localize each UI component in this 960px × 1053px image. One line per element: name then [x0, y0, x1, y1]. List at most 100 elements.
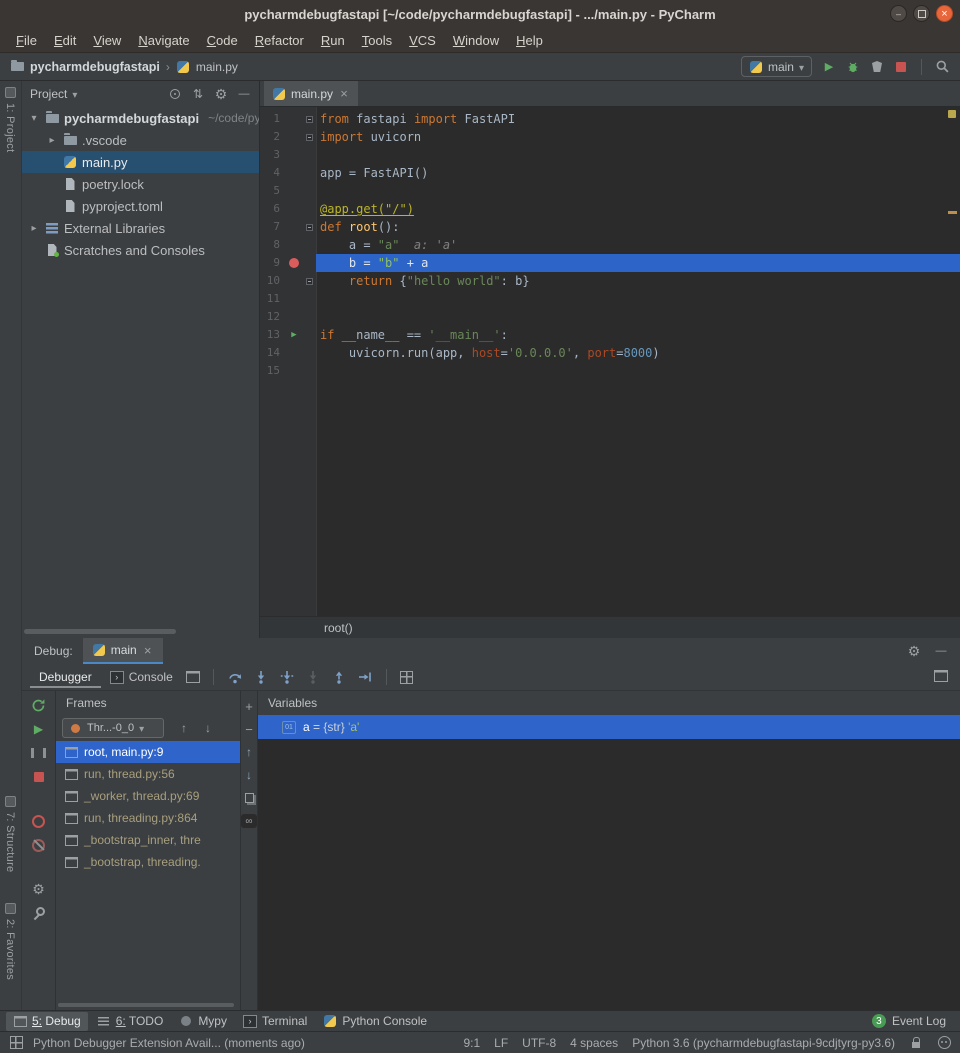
coverage-icon[interactable]	[870, 60, 884, 74]
layout-settings-icon[interactable]	[186, 670, 200, 684]
toolwindow-button-6-todo[interactable]: 6: TODO	[90, 1012, 171, 1031]
tree-toggle-icon[interactable]: ▸	[46, 135, 58, 146]
watch-down-icon[interactable]	[242, 768, 256, 782]
gutter-cell[interactable]	[286, 164, 302, 182]
menu-item-window[interactable]: Window	[445, 31, 507, 50]
code-line-1[interactable]: 1from fastapi import FastAPI	[260, 110, 960, 128]
tab-debugger[interactable]: Debugger	[30, 666, 101, 688]
code-text[interactable]	[316, 146, 960, 164]
tree-item-pycharmdebugfastapi[interactable]: ▾pycharmdebugfastapi~/code/pycharmdebugf…	[22, 107, 259, 129]
search-icon[interactable]	[935, 60, 950, 74]
breadcrumb-project[interactable]: pycharmdebugfastapi	[30, 60, 160, 74]
gutter-cell[interactable]	[286, 272, 302, 290]
settings-icon[interactable]	[907, 644, 921, 658]
menu-item-navigate[interactable]: Navigate	[130, 31, 197, 50]
gutter-cell[interactable]	[286, 254, 302, 272]
project-panel-title[interactable]: Project	[30, 87, 67, 101]
tree-item-scratches-and-consoles[interactable]: Scratches and Consoles	[22, 239, 259, 261]
menu-item-view[interactable]: View	[85, 31, 129, 50]
code-text[interactable]: @app.get("/")	[316, 200, 960, 218]
code-text[interactable]: b = "b" + a	[316, 254, 960, 272]
code-text[interactable]: uvicorn.run(app, host='0.0.0.0', port=80…	[316, 344, 960, 362]
close-session-icon[interactable]	[142, 644, 154, 657]
gutter-cell[interactable]	[286, 110, 302, 128]
restore-layout-icon[interactable]	[934, 669, 948, 683]
fold-cell[interactable]	[302, 218, 316, 236]
run-line-icon[interactable]: ▶	[291, 326, 296, 344]
title-bar[interactable]: pycharmdebugfastapi [~/code/pycharmdebug…	[0, 0, 960, 28]
gutter-cell[interactable]	[286, 236, 302, 254]
line-ending[interactable]: LF	[494, 1036, 508, 1050]
resume-icon[interactable]	[32, 722, 46, 736]
code-line-11[interactable]: 11	[260, 290, 960, 308]
gutter-cell[interactable]	[286, 200, 302, 218]
gutter-cell[interactable]	[286, 128, 302, 146]
breakpoint-icon[interactable]	[289, 258, 299, 268]
code-line-8[interactable]: 8 a = "a" a: 'a'	[260, 236, 960, 254]
code-editor[interactable]: 1from fastapi import FastAPI2import uvic…	[260, 107, 960, 616]
run-icon[interactable]	[822, 60, 836, 74]
code-text[interactable]: app = FastAPI()	[316, 164, 960, 182]
gutter-cell[interactable]	[286, 146, 302, 164]
settings-icon[interactable]	[214, 87, 228, 101]
code-line-10[interactable]: 10 return {"hello world": b}	[260, 272, 960, 290]
force-step-into-icon[interactable]	[305, 670, 321, 684]
gutter-cell[interactable]	[286, 218, 302, 236]
menu-item-tools[interactable]: Tools	[354, 31, 400, 50]
maximize-icon[interactable]	[913, 5, 930, 22]
code-text[interactable]: import uvicorn	[316, 128, 960, 146]
code-line-5[interactable]: 5	[260, 182, 960, 200]
status-message[interactable]: Python Debugger Extension Avail... (mome…	[33, 1036, 305, 1050]
toolwindow-switcher-icon[interactable]	[9, 1036, 23, 1050]
menu-item-help[interactable]: Help	[508, 31, 551, 50]
code-line-6[interactable]: 6@app.get("/")	[260, 200, 960, 218]
fold-cell[interactable]	[302, 128, 316, 146]
breadcrumb-function[interactable]: root()	[324, 621, 353, 635]
stripe-button-project[interactable]: 1: Project	[4, 87, 16, 152]
project-horizontal-scrollbar[interactable]	[24, 629, 176, 634]
chevron-down-icon[interactable]	[72, 87, 77, 101]
tree-item-vscode[interactable]: ▸.vscode	[22, 129, 259, 151]
fold-cell[interactable]	[302, 272, 316, 290]
caret-position[interactable]: 9:1	[463, 1036, 480, 1050]
code-line-15[interactable]: 15	[260, 362, 960, 380]
settings-icon[interactable]	[32, 882, 46, 896]
code-line-3[interactable]: 3	[260, 146, 960, 164]
code-line-14[interactable]: 14 uvicorn.run(app, host='0.0.0.0', port…	[260, 344, 960, 362]
run-to-cursor-icon[interactable]	[357, 670, 373, 684]
run-configuration-select[interactable]: main	[741, 56, 812, 77]
view-breakpoints-icon[interactable]	[32, 814, 46, 828]
menu-item-refactor[interactable]: Refactor	[247, 31, 312, 50]
duplicate-icon[interactable]	[242, 791, 256, 805]
fold-icon[interactable]	[306, 224, 313, 231]
frame-row-run-thread-py-56[interactable]: run, thread.py:56	[56, 763, 240, 785]
gutter-cell[interactable]	[286, 182, 302, 200]
pin-icon[interactable]	[32, 906, 46, 920]
frame-row-worker-thread-py-69[interactable]: _worker, thread.py:69	[56, 785, 240, 807]
toolwindow-button-5-debug[interactable]: 5: Debug	[6, 1012, 88, 1031]
code-line-12[interactable]: 12	[260, 308, 960, 326]
tree-toggle-icon[interactable]: ▸	[28, 223, 40, 234]
tab-console[interactable]: Console	[101, 666, 182, 688]
gutter-cell[interactable]	[286, 344, 302, 362]
evaluate-icon[interactable]	[241, 814, 257, 828]
debug-session-tab[interactable]: main	[83, 638, 163, 664]
code-text[interactable]	[316, 182, 960, 200]
fold-icon[interactable]	[306, 278, 313, 285]
frame-up-icon[interactable]	[177, 721, 191, 735]
inspection-indicator-icon[interactable]	[948, 110, 956, 118]
stop-icon[interactable]	[894, 60, 908, 74]
code-text[interactable]	[316, 308, 960, 326]
code-text[interactable]	[316, 362, 960, 380]
gutter-cell[interactable]	[286, 308, 302, 326]
toolwindow-button-python-console[interactable]: Python Console	[316, 1012, 434, 1031]
code-line-9[interactable]: 9 b = "b" + a	[260, 254, 960, 272]
frame-row-bootstrap-inner-thre[interactable]: _bootstrap_inner, thre	[56, 829, 240, 851]
watch-up-icon[interactable]	[242, 745, 256, 759]
add-icon[interactable]	[242, 699, 256, 713]
code-line-7[interactable]: 7def root():	[260, 218, 960, 236]
tree-item-pyproject-toml[interactable]: pyproject.toml	[22, 195, 259, 217]
code-text[interactable]: if __name__ == '__main__':	[316, 326, 960, 344]
close-tab-icon[interactable]	[338, 87, 350, 100]
step-into-icon[interactable]	[253, 670, 269, 684]
